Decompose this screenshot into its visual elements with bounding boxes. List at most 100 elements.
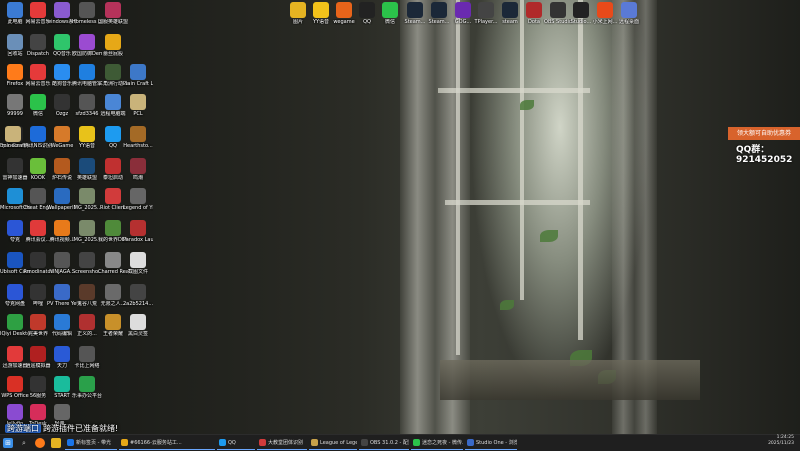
desktop-icon[interactable]: sfzd3346 bbox=[74, 94, 100, 117]
windows-start-icon[interactable]: ⊞ bbox=[3, 438, 13, 448]
app-icon bbox=[7, 220, 23, 236]
app-icon bbox=[30, 284, 46, 300]
app-icon bbox=[54, 34, 70, 50]
desktop-icon[interactable]: 乐事办公平台... bbox=[72, 376, 102, 399]
desktop-icon[interactable]: IMG_2025... bbox=[72, 188, 102, 211]
app-icon bbox=[54, 346, 70, 362]
app-icon bbox=[30, 404, 46, 420]
desktop-icon[interactable]: Plain Craft Launcher 2 bbox=[123, 64, 153, 87]
app-icon bbox=[502, 2, 518, 18]
desktop-icon[interactable]: 卡比上网络 bbox=[74, 346, 100, 369]
task-label: Studio One - 浏览... bbox=[476, 440, 517, 446]
app-icon bbox=[130, 314, 146, 330]
taskbar-task[interactable]: League of Legends bbox=[309, 436, 357, 450]
system-clock[interactable]: 1:24:25 2025/11/23 bbox=[768, 435, 794, 447]
desktop-icon[interactable]: 截图文件 bbox=[125, 252, 151, 275]
app-icon bbox=[313, 2, 329, 18]
desktop-icon[interactable]: 鬼谷八荒 bbox=[74, 284, 100, 307]
leaf bbox=[500, 300, 514, 310]
desktop-icon[interactable]: 腾讯电脑管家 bbox=[72, 64, 102, 87]
app-icon bbox=[7, 376, 23, 392]
desktop-icon[interactable]: 远程桌面 bbox=[616, 2, 642, 25]
app-icon bbox=[105, 252, 121, 268]
app-icon bbox=[30, 64, 46, 80]
desktop-icon[interactable]: 鸣潮 bbox=[125, 158, 151, 181]
app-icon bbox=[7, 314, 23, 330]
task-app-icon bbox=[259, 439, 266, 446]
desktop-icon[interactable]: 英雄联盟 bbox=[74, 158, 100, 181]
desktop-icon[interactable]: Homeless Life Sim... bbox=[72, 2, 102, 25]
app-icon bbox=[130, 284, 146, 300]
desktop-icon[interactable]: Legend of YMIR bbox=[123, 188, 153, 211]
desktop-icon-label: 远程桌面 bbox=[618, 19, 639, 25]
firefox-icon[interactable] bbox=[35, 438, 45, 448]
app-icon bbox=[54, 314, 70, 330]
desktop-icon-label: 截图文件 bbox=[127, 269, 148, 275]
app-icon bbox=[30, 126, 46, 142]
app-icon bbox=[30, 188, 46, 204]
taskbar-task[interactable]: 新标签页 - 带光 bbox=[65, 436, 117, 450]
desktop-icon[interactable]: PCL bbox=[125, 94, 151, 117]
desktop-icon[interactable]: 正义的... bbox=[74, 314, 100, 337]
app-icon bbox=[7, 2, 23, 18]
desktop-icon[interactable]: 国服英雄联盟 (V) bbox=[98, 2, 128, 25]
search-icon[interactable]: ⌕ bbox=[19, 438, 29, 448]
taskbar-task[interactable]: 大教堂团体识别 bbox=[257, 436, 307, 450]
app-icon bbox=[54, 220, 70, 236]
app-icon bbox=[7, 188, 23, 204]
app-icon bbox=[54, 404, 70, 420]
taskbar-task[interactable]: OBS 31.0.2 - 配置... bbox=[359, 436, 409, 450]
task-label: OBS 31.0.2 - 配置... bbox=[370, 440, 409, 446]
desktop-icon[interactable]: YY语音 bbox=[74, 126, 100, 149]
task-label: 大教堂团体识别 bbox=[268, 440, 304, 446]
app-icon bbox=[105, 64, 121, 80]
desktop-icon[interactable]: Paradox Launcher v2 bbox=[123, 220, 153, 243]
app-icon bbox=[30, 158, 46, 174]
app-icon bbox=[79, 376, 95, 392]
task-app-icon bbox=[121, 439, 128, 446]
app-icon bbox=[478, 2, 494, 18]
window-sill bbox=[440, 360, 700, 400]
app-icon bbox=[597, 2, 613, 18]
desktop-icon[interactable]: 2a2b5214... bbox=[123, 284, 153, 307]
app-icon bbox=[105, 314, 121, 330]
taskbar-task[interactable]: #66166-云服务站工... bbox=[119, 436, 215, 450]
task-app-icon bbox=[67, 439, 74, 446]
app-icon bbox=[54, 126, 70, 142]
task-label: #66166-云服务站工... bbox=[130, 440, 182, 446]
app-icon bbox=[550, 2, 566, 18]
app-icon bbox=[30, 220, 46, 236]
app-icon bbox=[79, 34, 95, 50]
app-icon bbox=[130, 188, 146, 204]
desktop-icon[interactable]: IMG_2025... bbox=[72, 220, 102, 243]
desktop-icon[interactable]: Hearthsto... bbox=[123, 126, 153, 149]
app-icon bbox=[359, 2, 375, 18]
desktop-icon[interactable]: 蕾丝屁股 bbox=[100, 34, 126, 57]
task-app-icon bbox=[413, 439, 420, 446]
app-icon bbox=[526, 2, 542, 18]
desktop-icon-label: Legend of YMIR bbox=[123, 205, 153, 211]
desktop-icon-label: PCL bbox=[133, 111, 143, 117]
desktop-icon[interactable]: 黑白灵签 bbox=[125, 314, 151, 337]
app-icon bbox=[30, 346, 46, 362]
file-explorer-icon[interactable] bbox=[51, 438, 61, 448]
desktop-icon[interactable]: .minecraft bbox=[0, 126, 26, 149]
desktop-icon-label: 蕾丝屁股 bbox=[102, 51, 123, 57]
desktop-icon[interactable]: 欧国防御Demo bbox=[72, 34, 102, 57]
app-icon bbox=[573, 2, 589, 18]
desktop-icon-label: Hearthsto... bbox=[123, 143, 153, 149]
desktop-icon[interactable]: Screensho... bbox=[72, 252, 102, 275]
app-icon bbox=[79, 220, 95, 236]
task-label: League of Legends bbox=[320, 439, 357, 446]
desktop-icon-label: 鸣潮 bbox=[132, 175, 143, 181]
task-label: 新标签页 - 带光 bbox=[76, 440, 111, 446]
taskbar-task[interactable]: Studio One - 浏览... bbox=[465, 436, 517, 450]
task-app-icon bbox=[361, 439, 368, 446]
app-icon bbox=[7, 284, 23, 300]
taskbar-task[interactable]: QQ bbox=[217, 436, 255, 450]
taskbar-task[interactable]: 迷恋之死夜 - 微传... bbox=[411, 436, 463, 450]
app-icon bbox=[54, 158, 70, 174]
app-icon bbox=[54, 94, 70, 110]
window-frame-bar bbox=[578, 0, 583, 340]
coupon-banner[interactable]: 领大额可自助优惠券 bbox=[728, 127, 800, 140]
